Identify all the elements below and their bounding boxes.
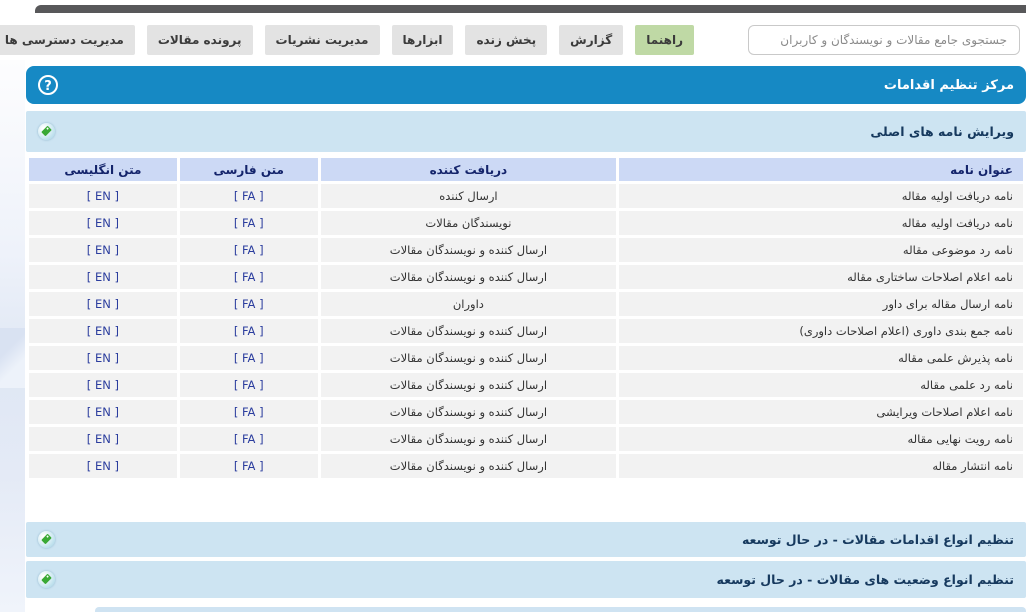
green-tag-icon[interactable] — [38, 531, 55, 548]
section-article-status-types[interactable]: تنظیم انواع وضعیت های مقالات - در حال تو… — [26, 561, 1026, 598]
fa-text-link[interactable]: [ FA ] — [234, 297, 264, 311]
nav-button-help[interactable]: راهنما — [635, 25, 694, 55]
main-nav: راهنما گزارش پخش زنده ابزارها مدیریت نشریات پ… — [16, 22, 1020, 58]
column-header-col-title: عنوان نامه — [619, 158, 1023, 181]
letter-recipient: ارسال کننده — [321, 184, 617, 208]
letters-table-wrap: عنوان نامهدریافت کنندهمتن فارسیمتن انگلی… — [26, 155, 1026, 481]
page-title-bar: مرکز تنظیم اقدامات ? — [26, 66, 1026, 104]
letter-recipient: ارسال کننده و نویسندگان مقالات — [321, 400, 617, 424]
global-search-input[interactable] — [748, 25, 1020, 55]
column-header-col-en: متن انگلیسی — [29, 158, 177, 181]
nav-button-report[interactable]: گزارش — [559, 25, 623, 55]
letter-title: نامه جمع بندی داوری (اعلام اصلاحات داوری… — [619, 319, 1023, 343]
nav-button-journal-mgmt[interactable]: مدیریت نشریات — [265, 25, 380, 55]
table-row: نامه جمع بندی داوری (اعلام اصلاحات داوری… — [29, 319, 1023, 343]
tag-glyph — [41, 126, 52, 137]
en-text-link[interactable]: [ EN ] — [87, 243, 119, 257]
nav-button-tools[interactable]: ابزارها — [392, 25, 454, 55]
letter-title: نامه رد علمی مقاله — [619, 373, 1023, 397]
table-row: نامه اعلام اصلاحات ساختاری مقالهارسال کن… — [29, 265, 1023, 289]
table-row: نامه ارسال مقاله برای داورداوران [ FA ] [ … — [29, 292, 1023, 316]
section-title: ویرایش نامه های اصلی — [870, 124, 1014, 139]
fa-text-link[interactable]: [ FA ] — [234, 243, 264, 257]
en-text-link[interactable]: [ EN ] — [87, 459, 119, 473]
section-article-action-types[interactable]: تنظیم انواع اقدامات مقالات - در حال توسع… — [26, 522, 1026, 557]
letter-recipient: ارسال کننده و نویسندگان مقالات — [321, 346, 617, 370]
letter-title: نامه اعلام اصلاحات ویرایشی — [619, 400, 1023, 424]
table-row: نامه دریافت اولیه مقالهنویسندگان مقالات [… — [29, 211, 1023, 235]
letter-recipient: ارسال کننده و نویسندگان مقالات — [321, 319, 617, 343]
letter-title: نامه پذیرش علمی مقاله — [619, 346, 1023, 370]
nav-button-access-mgmt[interactable]: مدیریت دسترسی ها — [0, 25, 135, 55]
en-text-link[interactable]: [ EN ] — [87, 405, 119, 419]
green-tag-icon[interactable] — [38, 571, 55, 588]
letters-table: عنوان نامهدریافت کنندهمتن فارسیمتن انگلی… — [26, 155, 1026, 481]
fa-text-link[interactable]: [ FA ] — [234, 432, 264, 446]
letter-title: نامه اعلام اصلاحات ساختاری مقاله — [619, 265, 1023, 289]
table-row: نامه اعلام اصلاحات ویرایشیارسال کننده و … — [29, 400, 1023, 424]
letter-title: نامه دریافت اولیه مقاله — [619, 184, 1023, 208]
section-edit-main-letters[interactable]: ویرایش نامه های اصلی — [26, 111, 1026, 152]
top-window-strip — [35, 5, 1026, 13]
fa-text-link[interactable]: [ FA ] — [234, 351, 264, 365]
page: راهنما گزارش پخش زنده ابزارها مدیریت نشریات پ… — [0, 0, 1026, 612]
table-header-row: عنوان نامهدریافت کنندهمتن فارسیمتن انگلی… — [29, 158, 1023, 181]
en-text-link[interactable]: [ EN ] — [87, 297, 119, 311]
table-row: نامه رد علمی مقالهارسال کننده و نویسندگا… — [29, 373, 1023, 397]
letter-recipient: ارسال کننده و نویسندگان مقالات — [321, 373, 617, 397]
en-text-link[interactable]: [ EN ] — [87, 270, 119, 284]
table-row: نامه پذیرش علمی مقالهارسال کننده و نویسن… — [29, 346, 1023, 370]
letter-title: نامه رد موضوعی مقاله — [619, 238, 1023, 262]
table-row: نامه رویت نهایی مقالهارسال کننده و نویسن… — [29, 427, 1023, 451]
fa-text-link[interactable]: [ FA ] — [234, 378, 264, 392]
letter-recipient: ارسال کننده و نویسندگان مقالات — [321, 454, 617, 478]
letter-title: نامه انتشار مقاله — [619, 454, 1023, 478]
fa-text-link[interactable]: [ FA ] — [234, 459, 264, 473]
tag-glyph — [41, 574, 52, 585]
en-text-link[interactable]: [ EN ] — [87, 324, 119, 338]
letter-title: نامه ارسال مقاله برای داور — [619, 292, 1023, 316]
en-text-link[interactable]: [ EN ] — [87, 216, 119, 230]
letter-title: نامه رویت نهایی مقاله — [619, 427, 1023, 451]
en-text-link[interactable]: [ EN ] — [87, 189, 119, 203]
fa-text-link[interactable]: [ FA ] — [234, 324, 264, 338]
letter-recipient: ارسال کننده و نویسندگان مقالات — [321, 238, 617, 262]
nav-button-live-broadcast[interactable]: پخش زنده — [465, 25, 547, 55]
fa-text-link[interactable]: [ FA ] — [234, 270, 264, 284]
column-header-col-fa: متن فارسی — [180, 158, 318, 181]
fa-text-link[interactable]: [ FA ] — [234, 189, 264, 203]
en-text-link[interactable]: [ EN ] — [87, 351, 119, 365]
letter-title: نامه دریافت اولیه مقاله — [619, 211, 1023, 235]
table-row: نامه انتشار مقالهارسال کننده و نویسندگان… — [29, 454, 1023, 478]
question-circle-icon[interactable]: ? — [38, 75, 58, 95]
en-text-link[interactable]: [ EN ] — [87, 432, 119, 446]
next-section-edge — [95, 607, 1026, 612]
table-row: نامه رد موضوعی مقالهارسال کننده و نویسند… — [29, 238, 1023, 262]
letter-recipient: ارسال کننده و نویسندگان مقالات — [321, 265, 617, 289]
section-title: تنظیم انواع وضعیت های مقالات - در حال تو… — [717, 572, 1015, 587]
page-title: مرکز تنظیم اقدامات — [884, 78, 1014, 93]
letter-recipient: ارسال کننده و نویسندگان مقالات — [321, 427, 617, 451]
column-header-col-recipient: دریافت کننده — [321, 158, 617, 181]
left-diagonal-accent — [0, 328, 25, 388]
fa-text-link[interactable]: [ FA ] — [234, 216, 264, 230]
tag-glyph — [41, 534, 52, 545]
en-text-link[interactable]: [ EN ] — [87, 378, 119, 392]
letter-recipient: نویسندگان مقالات — [321, 211, 617, 235]
nav-button-article-files[interactable]: پرونده مقالات — [147, 25, 253, 55]
fa-text-link[interactable]: [ FA ] — [234, 405, 264, 419]
table-row: نامه دریافت اولیه مقالهارسال کننده [ FA ]… — [29, 184, 1023, 208]
letter-recipient: داوران — [321, 292, 617, 316]
section-title: تنظیم انواع اقدامات مقالات - در حال توسع… — [742, 532, 1014, 547]
green-tag-icon[interactable] — [38, 123, 55, 140]
